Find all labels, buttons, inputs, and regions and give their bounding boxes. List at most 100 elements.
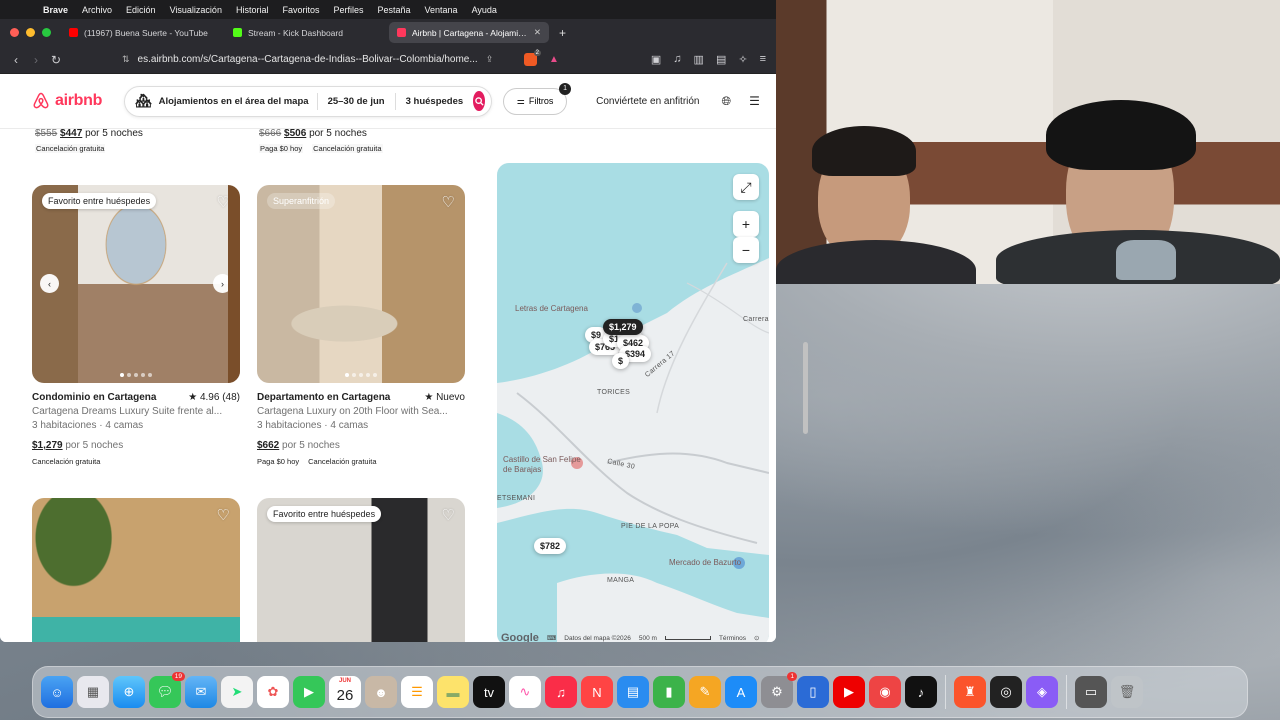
guests-segment[interactable]: 3 huéspedes xyxy=(396,93,474,110)
app-store-icon[interactable]: A xyxy=(725,676,757,708)
discounted-price[interactable]: $506 xyxy=(284,129,306,139)
calendar-icon[interactable]: JUN 26 xyxy=(329,676,361,708)
site-info-icon[interactable]: ⇅ xyxy=(122,54,130,65)
map-data-text[interactable]: Datos del mapa ©2026 xyxy=(564,635,631,642)
finder-icon[interactable]: ☺ xyxy=(41,676,73,708)
url-field[interactable]: ⇅ es.airbnb.com/s/Cartagena--Cartagena-d… xyxy=(114,50,504,70)
menu-perfiles[interactable]: Perfiles xyxy=(326,5,370,15)
page-scrollbar[interactable] xyxy=(803,342,808,434)
new-tab-button[interactable]: + xyxy=(553,26,566,40)
map-terms-link[interactable]: Términos xyxy=(719,635,746,642)
listing-card-3[interactable]: ♡ xyxy=(32,498,240,642)
listing-card-1[interactable]: Favorito entre huéspedes ♡ ‹ › Condomini… xyxy=(32,185,240,466)
dates-segment[interactable]: 25–30 de jun xyxy=(318,92,396,110)
filters-button[interactable]: ⚌ Filtros 1 xyxy=(503,82,572,115)
listing-card-2[interactable]: Superanfitrión ♡ Departamento en Cartage… xyxy=(257,185,465,466)
music-icon[interactable]: ♫ xyxy=(545,676,577,708)
keynote-icon[interactable]: ▤ xyxy=(617,676,649,708)
listing-photo[interactable]: Favorito entre huéspedes ♡ xyxy=(257,498,465,642)
media-icon[interactable]: ♫ xyxy=(673,53,681,66)
video-player-icon[interactable]: ◉ xyxy=(869,676,901,708)
heart-icon[interactable]: ♡ xyxy=(217,193,230,211)
listing-card-4[interactable]: Favorito entre huéspedes ♡ xyxy=(257,498,465,642)
photos-icon[interactable]: ✿ xyxy=(257,676,289,708)
news-icon[interactable]: N xyxy=(581,676,613,708)
settings-icon[interactable]: ⚙ 1 xyxy=(761,672,797,708)
price-pin-hidden[interactable]: $ xyxy=(612,353,630,369)
share-icon[interactable]: ⇪ xyxy=(486,54,494,65)
safari-icon[interactable]: ⊕ xyxy=(113,676,145,708)
close-tab-icon[interactable]: ✕ xyxy=(534,27,541,38)
search-bar[interactable]: 🏘 Alojamientos en el área del mapa 25–30… xyxy=(124,85,493,117)
forward-button[interactable]: › xyxy=(26,53,46,67)
globe-icon[interactable]: 🌐︎ xyxy=(722,94,732,109)
prev-photo-button[interactable]: ‹ xyxy=(40,274,59,293)
brave-browser-icon[interactable]: ♜ xyxy=(954,676,986,708)
listing-photo[interactable]: Superanfitrión ♡ xyxy=(257,185,465,383)
facetime-icon[interactable]: ▶ xyxy=(293,676,325,708)
results-map[interactable]: ⤢ + − Letras de Cartagena TORICES Castil… xyxy=(497,163,769,642)
freeform-icon[interactable]: ∿ xyxy=(509,676,541,708)
notes-icon[interactable]: ▬ xyxy=(437,676,469,708)
streamlabs-icon[interactable]: ◈ xyxy=(1026,676,1058,708)
obs-icon[interactable]: ◎ xyxy=(990,676,1022,708)
location-segment[interactable]: 🏘 Alojamientos en el área del mapa xyxy=(125,92,318,110)
menu-historial[interactable]: Historial xyxy=(229,5,276,15)
menu-edicion[interactable]: Edición xyxy=(119,5,163,15)
heart-icon[interactable]: ♡ xyxy=(217,506,230,524)
contacts-icon[interactable]: ☻ xyxy=(365,676,397,708)
expand-map-button[interactable]: ⤢ xyxy=(733,174,759,200)
listing-price[interactable]: $662 xyxy=(257,440,279,451)
maps-icon[interactable]: ➤ xyxy=(221,676,253,708)
listing-photo[interactable]: Favorito entre huéspedes ♡ ‹ › xyxy=(32,185,240,383)
menu-app-name[interactable]: Brave xyxy=(36,5,75,15)
close-window-button[interactable] xyxy=(10,28,19,37)
tab-airbnb[interactable]: Airbnb | Cartagena - Alojamientos ✕ xyxy=(389,22,549,43)
sidebar-icon[interactable]: ▥ xyxy=(694,53,704,66)
back-button[interactable]: ‹ xyxy=(6,53,26,67)
report-issue-icon[interactable]: ⊙ xyxy=(754,634,759,642)
minimize-window-button[interactable] xyxy=(26,28,35,37)
menu-pestana[interactable]: Pestaña xyxy=(371,5,418,15)
brave-shield-icon[interactable]: 2 xyxy=(524,50,541,66)
zoom-out-button[interactable]: − xyxy=(733,237,759,263)
price-pin-1279-selected[interactable]: $1,279 xyxy=(603,319,643,335)
zoom-in-button[interactable]: + xyxy=(733,211,759,237)
listing-photo[interactable]: ♡ xyxy=(32,498,240,642)
menu-favoritos[interactable]: Favoritos xyxy=(275,5,326,15)
discounted-price[interactable]: $447 xyxy=(60,129,82,139)
reminders-icon[interactable]: ☰ xyxy=(401,676,433,708)
menu-ayuda[interactable]: Ayuda xyxy=(465,5,504,15)
tiktok-icon[interactable]: ♪ xyxy=(905,676,937,708)
downloads-folder-icon[interactable]: ▭ xyxy=(1075,676,1107,708)
heart-icon[interactable]: ♡ xyxy=(442,506,455,524)
brave-rewards-icon[interactable]: ▲ xyxy=(549,54,559,65)
search-button[interactable] xyxy=(473,91,486,111)
menu-visualizacion[interactable]: Visualización xyxy=(163,5,229,15)
listing-price[interactable]: $1,279 xyxy=(32,440,63,451)
menu-ventana[interactable]: Ventana xyxy=(418,5,465,15)
wallet-icon[interactable]: ▤ xyxy=(716,53,726,66)
iphone-mirroring-icon[interactable]: ▯ xyxy=(797,676,829,708)
price-pin-782[interactable]: $782 xyxy=(534,538,567,554)
airbnb-logo[interactable]: airbnb xyxy=(31,91,102,111)
leo-ai-icon[interactable]: ✧ xyxy=(738,53,747,66)
trash-icon[interactable]: 🗑︎ xyxy=(1111,676,1143,708)
keyboard-shortcuts-icon[interactable]: ⌨ xyxy=(547,634,556,642)
menu-archivo[interactable]: Archivo xyxy=(75,5,119,15)
next-photo-button[interactable]: › xyxy=(213,274,232,293)
zoom-window-button[interactable] xyxy=(42,28,51,37)
apple-tv-icon[interactable]: tv xyxy=(473,676,505,708)
tab-youtube[interactable]: (11967) Buena Suerte - YouTube xyxy=(61,22,221,43)
screenshot-icon[interactable]: ▣ xyxy=(651,53,661,66)
mail-icon[interactable]: ✉ xyxy=(185,676,217,708)
launchpad-icon[interactable]: ▦ xyxy=(77,676,109,708)
messages-icon[interactable]: 💬︎ 19 xyxy=(149,672,185,708)
heart-icon[interactable]: ♡ xyxy=(442,193,455,211)
become-host-link[interactable]: Conviértete en anfitrión xyxy=(596,96,699,107)
pages-icon[interactable]: ✎ xyxy=(689,676,721,708)
numbers-icon[interactable]: ▮ xyxy=(653,676,685,708)
menu-icon[interactable]: ≡ xyxy=(760,53,766,66)
hamburger-menu-icon[interactable]: ☰ xyxy=(749,94,760,108)
reload-button[interactable]: ↻ xyxy=(46,53,66,67)
